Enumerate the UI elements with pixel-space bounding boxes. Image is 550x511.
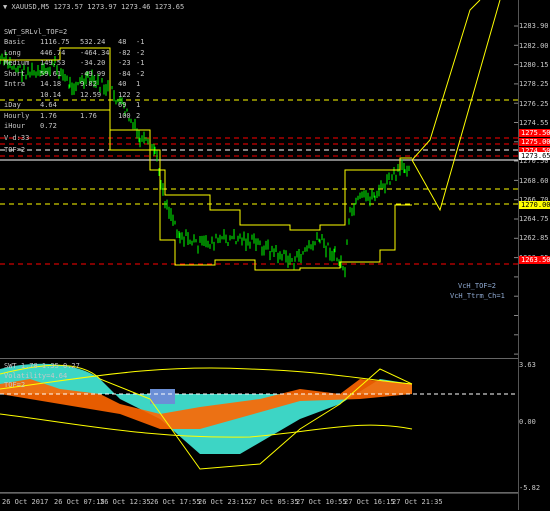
info-row-c2: -464.34 — [80, 48, 110, 57]
info-row-c3: -84 — [118, 69, 131, 78]
info-row-c1: 4.64 — [40, 101, 57, 109]
info-row-c4: -1 — [136, 38, 145, 46]
info-row-c3: -23 — [118, 59, 131, 67]
info-row-c1: 14.18 — [40, 80, 62, 88]
info-row-c1: 0.72 — [40, 122, 57, 130]
price-tag: 1275.50 — [519, 129, 550, 137]
info-row-c3: 122 — [118, 90, 131, 99]
swt-title: SWT 1.78 1.35 0.27 — [4, 362, 80, 370]
info-row-c1: 1116.75 — [40, 38, 70, 46]
info-row-c4: -1 — [136, 59, 145, 67]
time-axis-label: 27 Oct 05:35 — [248, 498, 299, 506]
symbol-line: XAUUSD,M5 1273.57 1273.97 1273.46 1273.6… — [11, 3, 185, 11]
info-row-c4: -2 — [136, 69, 145, 78]
vd-label: V d:33 — [4, 134, 30, 142]
info-row-label: iHour — [4, 122, 26, 130]
info-row-c2: -49.99 — [80, 69, 106, 78]
info-row-c4: 1 — [136, 101, 141, 109]
info-row-label: iDay — [4, 101, 21, 109]
info-row-c3: 48 — [118, 38, 127, 46]
sub-tof-label: TOF=2 — [4, 381, 26, 389]
info-row-label: Basic — [4, 38, 26, 46]
time-axis-label: 26 Oct 23:15 — [198, 498, 249, 506]
price-tag: 1270.00 — [519, 201, 550, 209]
info-row-c2: 9.82 — [80, 80, 97, 88]
tof-label: TOF=2 — [4, 146, 26, 154]
time-axis-label: 27 Oct 21:35 — [392, 498, 443, 506]
price-axis-label: 1283.90 — [519, 22, 549, 30]
price-axis-label: 1278.25 — [519, 80, 549, 88]
price-tag: 1263.50 — [519, 256, 550, 264]
price-axis-label: 1276.25 — [519, 100, 549, 108]
info-row-c4: 2 — [136, 90, 141, 99]
info-row-c3: 40 — [118, 80, 127, 88]
price-axis-label: 1264.75 — [519, 215, 549, 223]
info-row-c1: 59.61 — [40, 69, 62, 78]
price-tag: 1275.00 — [519, 138, 550, 146]
info-row-c4: -2 — [136, 48, 145, 57]
projection-down — [411, 0, 501, 212]
price-axis-label: 1282.00 — [519, 42, 549, 50]
info-row-c3: 100 — [118, 111, 131, 120]
price-chart-pane[interactable]: ▼ XAUUSD,M5 1273.57 1273.97 1273.46 1273… — [0, 0, 518, 359]
time-axis-label: 26 Oct 07:15 — [54, 498, 105, 506]
info-row-label: Short — [4, 69, 26, 78]
info-row-c2: 12.59 — [80, 90, 102, 99]
info-row-c1: 10.14 — [40, 90, 62, 99]
info-row-c2: 1.76 — [80, 111, 97, 120]
price-axis-label: 1274.55 — [519, 119, 549, 127]
price-chart-canvas — [0, 0, 518, 355]
info-row-c1: 446.74 — [40, 48, 66, 57]
price-axis: 1283.90 1282.00 1280.15 1278.25 1276.25 1274.… — [518, 0, 550, 510]
swt-indicator-canvas — [0, 363, 518, 470]
info-row-label: Intra — [4, 80, 26, 88]
time-axis-label: 26 Oct 2017 — [2, 498, 49, 506]
info-row-c4: 2 — [136, 111, 141, 120]
price-axis-label: 1268.60 — [519, 177, 549, 185]
price-axis-label: 1262.85 — [519, 234, 549, 242]
info-row-label: Medium — [4, 59, 30, 67]
time-axis-label: 26 Oct 17:55 — [150, 498, 201, 506]
info-row-label: Long — [4, 48, 21, 57]
info-row-c2: -34.20 — [80, 59, 106, 67]
sub-axis-bottom: -5.82 — [519, 484, 541, 492]
vch-ttrm-label: VcH_Ttrm_Ch=1 — [450, 292, 505, 300]
info-row-c2: 532.24 — [80, 38, 106, 46]
info-row-c1: 149.53 — [40, 59, 66, 67]
sub-axis-mid: 0.00 — [519, 418, 536, 426]
price-axis-label: 1280.15 — [519, 61, 549, 69]
price-tag: 1273.65 — [519, 152, 550, 160]
sub-axis-top: 3.63 — [519, 361, 536, 369]
time-axis: 26 Oct 2017 26 Oct 07:15 26 Oct 12:35 26 Oc… — [0, 493, 518, 511]
projection-up — [411, 0, 481, 161]
swt-indicator-pane[interactable]: SWT 1.78 1.35 0.27 Volatility=4.64 TOF=2 — [0, 359, 518, 493]
info-row-label: Hourly — [4, 111, 30, 120]
channel-upper — [0, 47, 412, 231]
info-row-c1: 1.76 — [40, 111, 57, 120]
vch-tof-label: VcH_TOF=2 — [458, 282, 496, 290]
info-row-c3: 69 — [118, 101, 127, 109]
time-axis-label: 26 Oct 12:35 — [100, 498, 151, 506]
info-row-c4: 1 — [136, 80, 141, 88]
time-axis-label: 27 Oct 16:15 — [344, 498, 395, 506]
volatility-label: Volatility=4.64 — [4, 372, 68, 380]
triangle-down-icon[interactable]: ▼ — [3, 3, 7, 11]
trend-fill-blue — [150, 389, 175, 404]
symbol-header: ▼ XAUUSD,M5 1273.57 1273.97 1273.46 1273… — [3, 3, 184, 11]
time-axis-label: 27 Oct 10:55 — [296, 498, 347, 506]
info-row-c3: -82 — [118, 48, 131, 57]
info-title: SWT_SRLvl_TOF=2 — [4, 28, 68, 36]
